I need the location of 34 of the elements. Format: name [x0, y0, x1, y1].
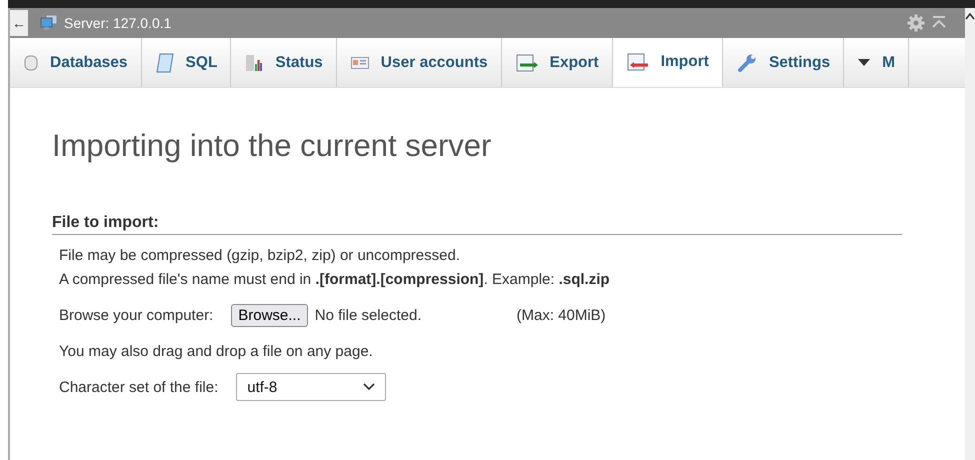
charset-label: Character set of the file: — [59, 378, 218, 396]
gear-icon[interactable] — [907, 14, 925, 32]
nav-tab[interactable]: SQL — [142, 38, 232, 87]
file-status: No file selected. — [314, 307, 422, 324]
hint-text: File may be compressed (gzip, bzip2, zip) or uncompressed. — [59, 247, 462, 264]
chart-icon — [245, 54, 264, 72]
nav-tab[interactable]: User accounts — [336, 38, 502, 87]
export-table-icon — [516, 54, 538, 72]
scroll-up-icon[interactable] — [965, 12, 975, 20]
section-title: File to import: — [52, 214, 902, 235]
database-icon — [24, 54, 38, 70]
nav-tab[interactable]: M — [844, 38, 910, 87]
page-heading: Importing into the current server — [52, 128, 492, 164]
nav-tab[interactable]: Export — [502, 38, 613, 87]
nav-tab[interactable]: Import — [612, 38, 723, 87]
hint-text: A compressed file's name must end in .[format].[compression]. Example: .sql.zip — [59, 271, 611, 288]
id-card-icon — [350, 56, 369, 68]
nav-tab[interactable]: Settings — [722, 38, 844, 87]
nav-tab[interactable]: Databases — [10, 38, 142, 87]
import-table-icon — [626, 53, 649, 71]
scrollbar[interactable] — [965, 8, 975, 460]
chevron-icon — [363, 383, 376, 391]
browse-label: Browse your computer: — [59, 307, 214, 324]
nav-tab[interactable]: Status — [231, 38, 337, 87]
charset-select[interactable]: utf-8 — [236, 373, 386, 401]
back-button[interactable]: ← — [10, 10, 28, 36]
server-title: Server: 127.0.0.1 — [64, 15, 172, 31]
drag-hint: You may also drag and drop a file on any page. — [59, 343, 374, 360]
max-size-text: (Max: 40MiB) — [516, 307, 606, 324]
scroll-icon — [156, 52, 174, 72]
monitor-icon — [40, 15, 58, 31]
wrench-icon — [736, 52, 757, 72]
caret-icon — [858, 58, 870, 66]
browse-button[interactable]: Browse... — [231, 304, 308, 327]
